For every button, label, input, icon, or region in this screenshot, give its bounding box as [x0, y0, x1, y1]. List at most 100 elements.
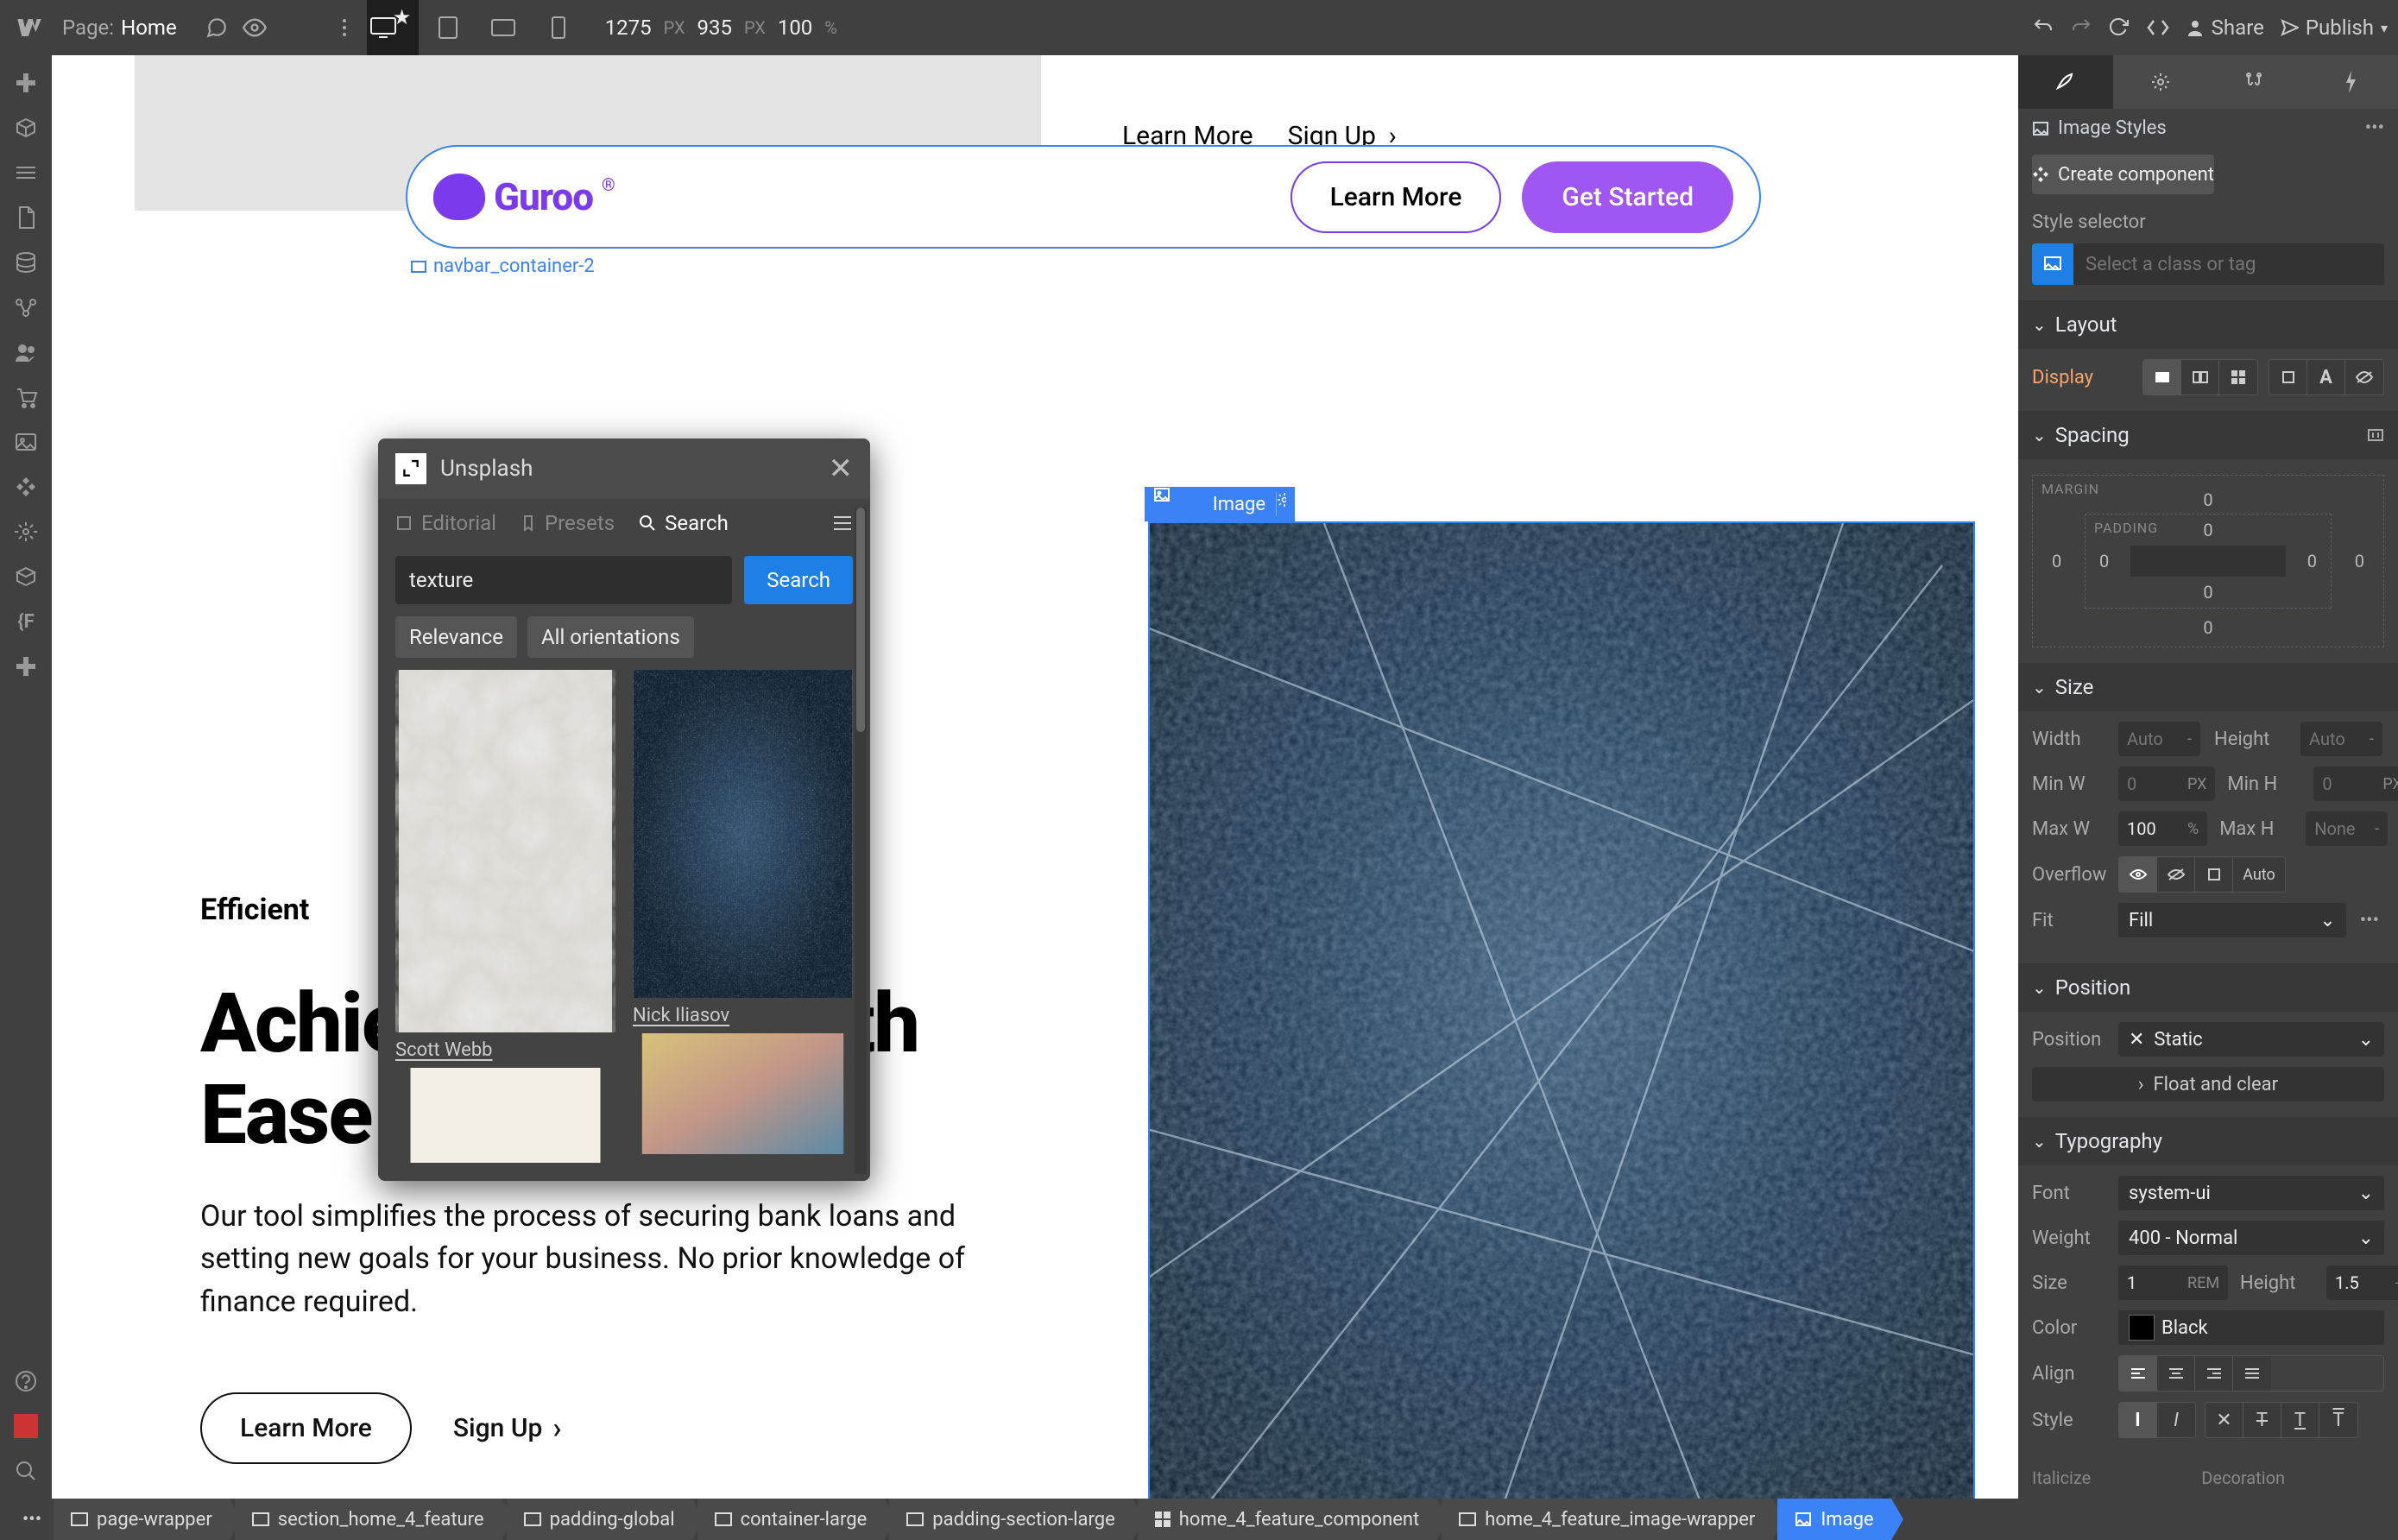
tab-presets[interactable]: Presets: [521, 511, 615, 535]
apps-icon[interactable]: [7, 468, 45, 506]
filter-orientation[interactable]: All orientations: [527, 616, 694, 658]
minh-input[interactable]: PX: [2313, 767, 2398, 801]
search-icon[interactable]: [7, 1452, 45, 1490]
tab-effects[interactable]: [2303, 55, 2398, 109]
redo-button[interactable]: [2070, 16, 2092, 39]
section-position[interactable]: ⌄Position: [2018, 963, 2398, 1012]
maxh-input[interactable]: -: [2306, 811, 2388, 846]
align-center[interactable]: [2157, 1356, 2195, 1391]
align-justify[interactable]: [2233, 1356, 2271, 1391]
deco-none[interactable]: ✕: [2206, 1403, 2243, 1437]
bc-image-wrapper[interactable]: home_4_feature_image-wrapper: [1442, 1499, 1772, 1540]
italic-normal[interactable]: I: [2119, 1403, 2157, 1437]
help-icon[interactable]: [7, 1362, 45, 1400]
deco-strike[interactable]: T: [2243, 1403, 2281, 1437]
tab-settings[interactable]: [2113, 55, 2208, 109]
lineheight-input[interactable]: -: [2326, 1265, 2398, 1300]
section-spacing[interactable]: ⌄Spacing: [2018, 411, 2398, 459]
close-icon[interactable]: ✕: [829, 451, 854, 486]
unsplash-scrollbar[interactable]: [855, 508, 867, 1174]
graph-icon[interactable]: [7, 288, 45, 326]
result-thumb-3[interactable]: [395, 1068, 615, 1163]
create-component-button[interactable]: Create component: [2032, 155, 2214, 194]
hero-signup-link[interactable]: Sign Up›: [453, 1411, 562, 1446]
breakpoint-menu-icon[interactable]: [325, 9, 363, 47]
plugins-icon[interactable]: [7, 647, 45, 685]
navbar-container[interactable]: Guroo ® Learn More Get Started: [406, 145, 1761, 249]
result-credit-2[interactable]: Nick Iliasov: [633, 1005, 853, 1026]
display-none[interactable]: [2345, 360, 2383, 394]
publish-button[interactable]: Publish▾: [2280, 16, 2388, 40]
section-size[interactable]: ⌄Size: [2018, 663, 2398, 711]
page-name[interactable]: Home: [121, 16, 177, 40]
maxw-input[interactable]: %: [2118, 811, 2207, 846]
selected-image[interactable]: Image: [1148, 521, 1975, 1499]
result-thumb-1[interactable]: [395, 670, 615, 1032]
width-input[interactable]: -: [2118, 722, 2200, 756]
font-select[interactable]: system-ui⌄: [2118, 1176, 2384, 1210]
bc-padding-global[interactable]: padding-global: [507, 1499, 692, 1540]
3d-icon[interactable]: [7, 558, 45, 596]
device-tablet[interactable]: [422, 0, 474, 55]
color-select[interactable]: Black: [2118, 1310, 2384, 1345]
layout-icon[interactable]: [7, 154, 45, 192]
spacing-expand-icon[interactable]: [2367, 428, 2384, 442]
display-block[interactable]: [2143, 360, 2181, 394]
ecommerce-icon[interactable]: [7, 378, 45, 416]
record-icon[interactable]: [7, 1407, 45, 1445]
section-typography[interactable]: ⌄Typography: [2018, 1117, 2398, 1165]
height-input[interactable]: -: [2300, 722, 2382, 756]
align-left[interactable]: [2119, 1356, 2157, 1391]
fit-more-icon[interactable]: •••: [2355, 910, 2384, 931]
spacing-control[interactable]: MARGIN 0 0 0 0 PADDING 0 0 0 0: [2032, 475, 2384, 647]
result-thumb-4[interactable]: [633, 1033, 853, 1154]
variables-icon[interactable]: {F: [7, 603, 45, 641]
device-desktop[interactable]: ★: [367, 0, 419, 55]
display-inline-block[interactable]: [2269, 360, 2307, 394]
breadcrumb-overflow[interactable]: •••: [10, 1509, 54, 1531]
device-landscape[interactable]: [477, 0, 529, 55]
overflow-hidden[interactable]: [2157, 857, 2195, 892]
users-icon[interactable]: [7, 333, 45, 371]
styles-more-icon[interactable]: •••: [2365, 117, 2384, 139]
selection-tag[interactable]: Image: [1145, 487, 1295, 521]
bc-page-wrapper[interactable]: page-wrapper: [54, 1499, 230, 1540]
display-grid[interactable]: [2219, 360, 2257, 394]
zoom-level[interactable]: 100: [778, 16, 812, 40]
canvas-height[interactable]: 935: [697, 16, 732, 40]
selection-label[interactable]: navbar_container-2: [411, 256, 595, 277]
weight-select[interactable]: 400 - Normal⌄: [2118, 1221, 2384, 1255]
result-credit-1[interactable]: Scott Webb: [395, 1039, 615, 1061]
unsplash-panel[interactable]: ⌞⌝ Unsplash ✕ Editorial Presets Search S…: [378, 439, 870, 1181]
hero-learn-more[interactable]: Learn More: [200, 1392, 412, 1464]
assets-icon[interactable]: [7, 423, 45, 461]
overflow-scroll[interactable]: [2195, 857, 2233, 892]
deco-underline[interactable]: T: [2281, 1403, 2319, 1437]
add-element-icon[interactable]: [7, 64, 45, 102]
pages-icon[interactable]: [7, 199, 45, 237]
display-flex[interactable]: [2181, 360, 2219, 394]
share-button[interactable]: Share: [2186, 16, 2264, 40]
selection-settings-icon[interactable]: [1276, 492, 1286, 516]
comments-icon[interactable]: [198, 9, 236, 47]
unsplash-search-button[interactable]: Search: [744, 556, 853, 604]
overflow-auto[interactable]: Auto: [2233, 857, 2285, 892]
cms-icon[interactable]: [7, 243, 45, 281]
refresh-button[interactable]: [2108, 16, 2130, 39]
get-started-button[interactable]: Get Started: [1522, 161, 1733, 233]
deco-overline[interactable]: T: [2319, 1403, 2357, 1437]
float-clear-button[interactable]: › Float and clear: [2032, 1067, 2384, 1101]
canvas-width[interactable]: 1275: [605, 16, 652, 40]
design-canvas[interactable]: Learn More Sign Up › Guroo ® Learn More …: [52, 55, 2018, 1499]
tab-style[interactable]: [2018, 55, 2113, 109]
minw-input[interactable]: PX: [2118, 767, 2215, 801]
code-button[interactable]: [2146, 18, 2170, 37]
tab-search[interactable]: Search: [639, 511, 729, 535]
brand-logo[interactable]: Guroo ®: [433, 174, 615, 220]
position-select[interactable]: ✕ Static⌄: [2118, 1022, 2384, 1057]
align-right[interactable]: [2195, 1356, 2233, 1391]
bc-feature-component[interactable]: home_4_feature_component: [1138, 1499, 1436, 1540]
result-thumb-2[interactable]: [633, 670, 853, 998]
tab-editorial[interactable]: Editorial: [395, 511, 496, 535]
box-icon[interactable]: [7, 109, 45, 147]
